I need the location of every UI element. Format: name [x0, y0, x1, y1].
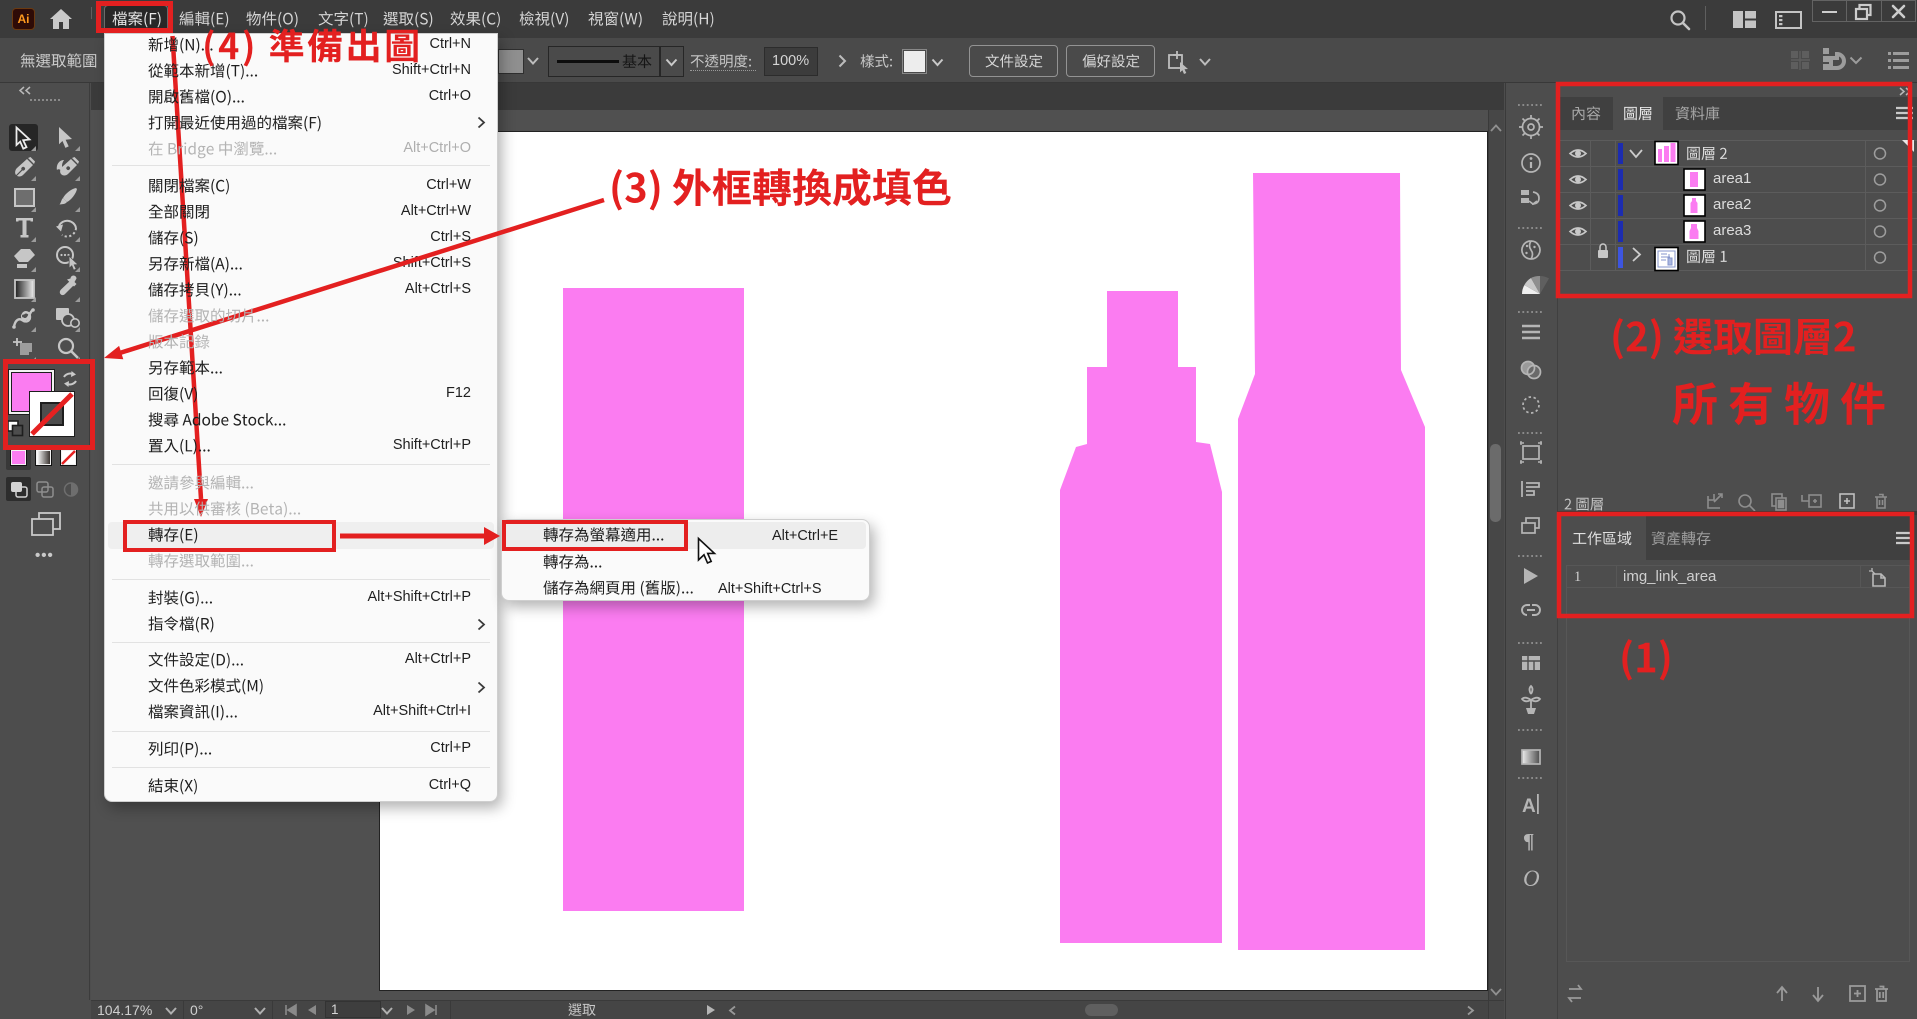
- svg-text:A: A: [1522, 796, 1536, 817]
- svg-text:¶: ¶: [1523, 829, 1534, 853]
- svg-text:O: O: [1523, 866, 1540, 891]
